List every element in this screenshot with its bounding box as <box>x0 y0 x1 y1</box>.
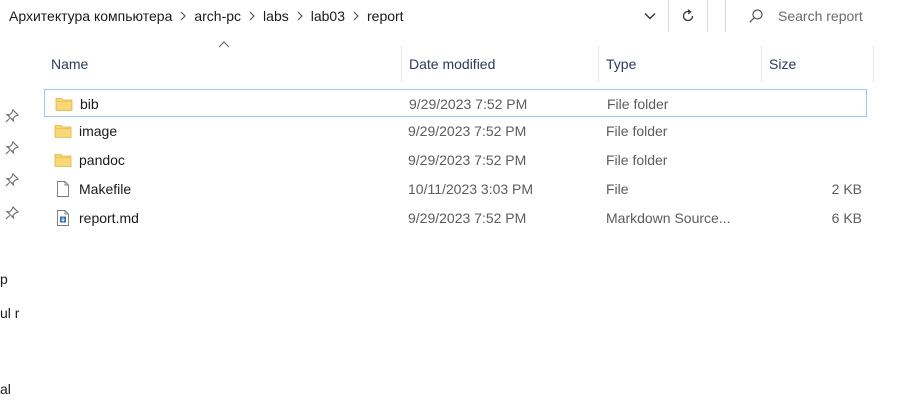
search-box[interactable] <box>725 0 906 32</box>
file-size <box>770 146 862 174</box>
folder-icon <box>54 125 72 138</box>
table-row[interactable]: report.md 9/29/2023 7:52 PM Markdown Sou… <box>44 204 867 232</box>
table-row[interactable]: Makefile 10/11/2023 3:03 PM File 2 KB <box>44 175 867 203</box>
column-header-size[interactable]: Size <box>762 46 874 82</box>
file-size: 2 KB <box>831 181 862 197</box>
nav-item-label[interactable]: ul r <box>0 305 28 321</box>
table-row[interactable]: bib 9/29/2023 7:52 PM File folder <box>44 89 867 117</box>
table-row[interactable]: pandoc 9/29/2023 7:52 PM File folder <box>44 146 867 174</box>
nav-item-label[interactable]: p <box>0 271 28 287</box>
file-size <box>770 117 862 145</box>
file-name: bib <box>80 96 99 112</box>
file-date: 9/29/2023 7:52 PM <box>408 152 527 168</box>
file-name: pandoc <box>79 152 125 168</box>
file-date: 10/11/2023 3:03 PM <box>408 181 534 197</box>
file-type: File <box>606 181 629 197</box>
refresh-button[interactable] <box>668 0 708 32</box>
breadcrumb-item[interactable]: report <box>364 8 407 24</box>
file-date: 9/29/2023 7:52 PM <box>408 210 527 226</box>
file-date: 9/29/2023 7:52 PM <box>408 123 527 139</box>
pin-icon[interactable] <box>4 108 20 124</box>
file-name: report.md <box>79 210 139 226</box>
chevron-right-icon[interactable] <box>348 11 364 21</box>
file-name: image <box>79 123 118 139</box>
chevron-right-icon[interactable] <box>175 11 191 21</box>
column-header-row: Name Date modified Type Size <box>44 41 874 82</box>
breadcrumb-item[interactable]: arch-pc <box>191 8 244 24</box>
file-size <box>771 90 863 118</box>
nav-item-label[interactable]: al <box>0 381 28 397</box>
file-size: 6 KB <box>831 210 862 226</box>
folder-icon <box>54 154 72 167</box>
column-header-type[interactable]: Type <box>599 46 762 82</box>
file-icon <box>57 181 69 197</box>
chevron-right-icon[interactable] <box>244 11 260 21</box>
address-history-dropdown[interactable] <box>636 2 664 30</box>
breadcrumb-item[interactable]: labs <box>260 8 292 24</box>
toolbar: Архитектура компьютера arch-pc labs lab0… <box>0 0 906 32</box>
table-row[interactable]: image 9/29/2023 7:52 PM File folder <box>44 117 867 145</box>
file-type: File folder <box>606 152 668 168</box>
column-header-name[interactable]: Name <box>44 46 402 82</box>
refresh-icon <box>682 9 694 22</box>
file-name: Makefile <box>79 181 132 197</box>
column-header-date[interactable]: Date modified <box>402 46 599 82</box>
breadcrumb-item[interactable]: lab03 <box>308 8 348 24</box>
pin-icon[interactable] <box>4 205 20 221</box>
chevron-down-icon <box>644 13 656 20</box>
folder-icon <box>55 98 73 111</box>
breadcrumb-item[interactable]: Архитектура компьютера <box>0 8 175 24</box>
file-type: Markdown Source... <box>606 210 731 226</box>
pin-icon[interactable] <box>4 140 20 156</box>
chevron-right-icon[interactable] <box>292 11 308 21</box>
address-bar[interactable]: Архитектура компьютера arch-pc labs lab0… <box>0 0 720 32</box>
search-icon <box>748 8 764 24</box>
file-type: File folder <box>607 96 669 112</box>
navigation-pane: p ul r al <box>0 32 28 407</box>
markdown-file-icon <box>57 210 69 226</box>
pin-icon[interactable] <box>4 172 20 188</box>
file-type: File folder <box>606 123 668 139</box>
search-input[interactable] <box>778 8 888 24</box>
file-date: 9/29/2023 7:52 PM <box>409 96 528 112</box>
